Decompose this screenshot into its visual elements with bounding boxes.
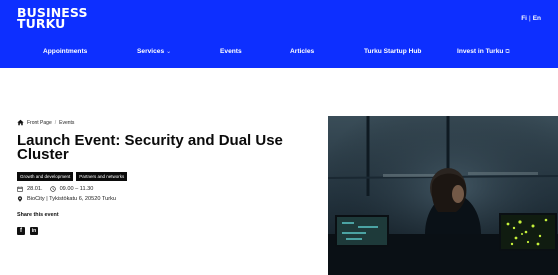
- nav-label: Appointments: [43, 48, 88, 55]
- external-link-icon: ⧉: [505, 49, 510, 55]
- lang-separator: |: [528, 15, 531, 22]
- breadcrumb-separator: /: [54, 119, 57, 126]
- nav-item-invest[interactable]: Invest in Turku ⧉: [457, 48, 510, 56]
- nav-label: Events: [220, 48, 242, 55]
- location-pin-icon: [17, 196, 23, 202]
- nav-item-articles[interactable]: Articles: [290, 48, 314, 55]
- event-datetime: 28.01. 09.00 – 11.30: [17, 186, 93, 192]
- share-label: Share this event: [17, 212, 59, 218]
- language-switcher: Fi | En: [521, 15, 541, 22]
- control-room-photo: [328, 116, 558, 275]
- nav-item-services[interactable]: Services ⌄: [137, 48, 171, 55]
- nav-label: Turku Startup Hub: [364, 48, 422, 55]
- breadcrumb: Front Page / Events: [17, 119, 74, 126]
- event-location: BioCity | Tykistökatu 6, 20520 Turku: [17, 196, 116, 202]
- page-title: Launch Event: Security and Dual Use Clus…: [17, 132, 283, 163]
- calendar-icon: [17, 186, 23, 192]
- nav-item-events[interactable]: Events: [220, 48, 242, 55]
- main-navigation: Appointments Services ⌄ Events Articles T…: [0, 48, 558, 60]
- nav-item-startup-hub[interactable]: Turku Startup Hub: [364, 48, 421, 55]
- site-header: BUSINESS TURKU Fi | En Appointments Servic…: [0, 0, 558, 68]
- business-turku-logo[interactable]: BUSINESS TURKU: [17, 6, 88, 30]
- nav-label: Services: [137, 48, 165, 55]
- tag-growth[interactable]: Growth and development: [17, 172, 74, 181]
- event-date: 28.01.: [27, 186, 43, 192]
- linkedin-icon[interactable]: in: [30, 227, 38, 235]
- tag-partners[interactable]: Partners and networks: [76, 172, 128, 181]
- event-hero-image: [328, 116, 558, 275]
- event-tags: Growth and development Partners and netw…: [17, 172, 128, 181]
- lang-fi-link[interactable]: Fi: [521, 15, 527, 22]
- nav-label: Articles: [290, 48, 315, 55]
- home-icon[interactable]: [17, 119, 24, 126]
- facebook-icon[interactable]: f: [17, 227, 25, 235]
- nav-item-appointments[interactable]: Appointments: [43, 48, 87, 55]
- nav-label: Invest in Turku: [457, 48, 504, 55]
- share-buttons: f in: [17, 227, 38, 235]
- breadcrumb-front-page[interactable]: Front Page: [27, 120, 52, 126]
- event-address: BioCity | Tykistökatu 6, 20520 Turku: [27, 196, 117, 202]
- breadcrumb-events[interactable]: Events: [59, 120, 74, 126]
- chevron-down-icon: ⌄: [166, 49, 172, 55]
- clock-icon: [49, 186, 56, 192]
- lang-en-link[interactable]: En: [533, 15, 541, 22]
- event-time: 09.00 – 11.30: [59, 186, 94, 192]
